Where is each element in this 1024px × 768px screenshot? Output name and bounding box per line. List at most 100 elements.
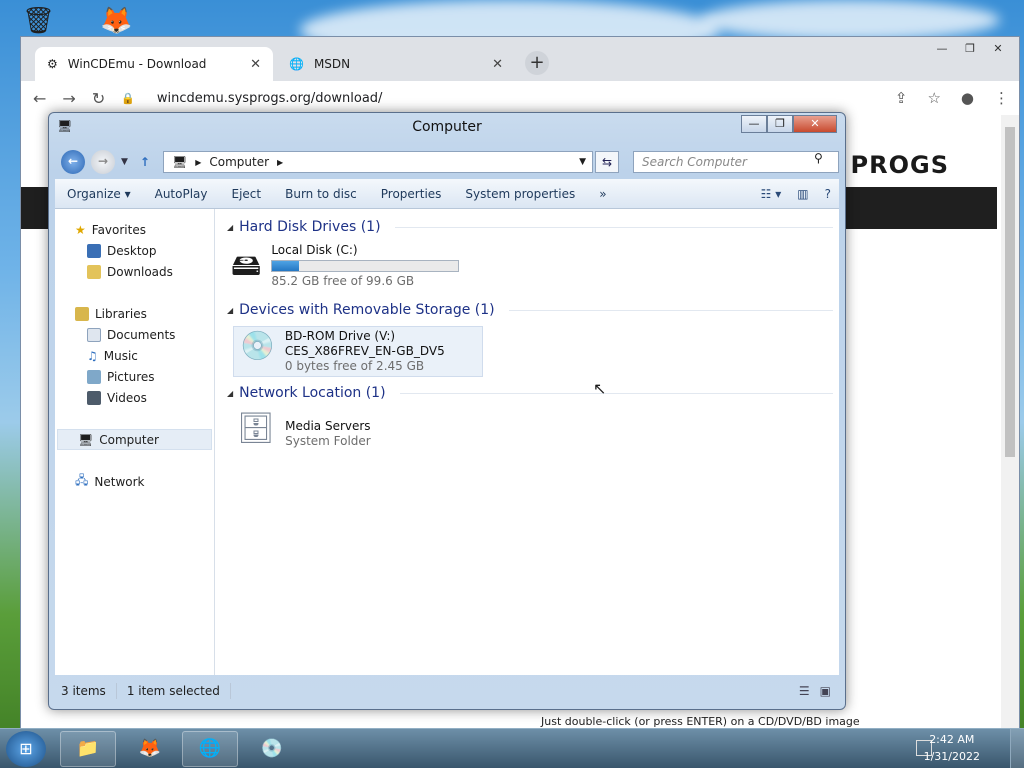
burn-to-disc-button[interactable]: Burn to disc	[273, 187, 369, 201]
page-scrollbar[interactable]	[1001, 115, 1019, 729]
nav-computer[interactable]: 🖥 Computer	[57, 429, 212, 450]
recycle-bin-icon[interactable]: 🗑	[22, 6, 55, 36]
collapse-triangle-icon[interactable]: ◢	[227, 389, 233, 398]
preview-pane-icon[interactable]: ▥	[797, 187, 808, 201]
gear-icon: ⚙	[47, 57, 58, 71]
clock[interactable]: 2:42 AM 1/31/2022	[924, 731, 980, 765]
close-button[interactable]: ✕	[793, 115, 837, 133]
clock-date: 1/31/2022	[923, 750, 980, 763]
properties-button[interactable]: Properties	[369, 187, 454, 201]
collapse-triangle-icon[interactable]: ◢	[227, 223, 233, 232]
up-arrow-icon[interactable]: ↑	[140, 155, 150, 169]
organize-button[interactable]: Organize ▾	[55, 187, 143, 201]
selection-count: 1 item selected	[126, 684, 220, 698]
browser-window-controls: — ❐ ✕	[929, 41, 1011, 57]
breadcrumb-separator-icon[interactable]: ▶	[277, 158, 283, 167]
nav-desktop[interactable]: Desktop	[55, 240, 214, 261]
nav-pictures[interactable]: Pictures	[55, 366, 214, 387]
minimize-button[interactable]: —	[929, 41, 955, 57]
help-icon[interactable]: ?	[825, 187, 831, 201]
disk-usage-bar	[271, 260, 460, 272]
taskbar-chrome-button[interactable]: 🌐	[182, 731, 238, 767]
recent-pages-chevron-icon[interactable]: ▼	[121, 157, 128, 167]
nav-favorites[interactable]: ★ Favorites	[55, 219, 214, 240]
maximize-button[interactable]: ❐	[767, 115, 793, 133]
collapse-triangle-icon[interactable]: ◢	[227, 306, 233, 315]
search-input[interactable]: Search Computer	[633, 151, 839, 173]
system-properties-button[interactable]: System properties	[453, 187, 587, 201]
close-tab-icon[interactable]: ✕	[250, 57, 261, 72]
details-view-icon[interactable]: ☰	[799, 684, 810, 698]
tab-label: WinCDEmu - Download	[67, 57, 207, 71]
media-server-icon: 🗄	[237, 411, 276, 446]
tab-wincdemu[interactable]: ⚙ WinCDEmu - Download ✕	[35, 47, 273, 81]
tab-strip: ⚙ WinCDEmu - Download ✕ 🌐 MSDN ✕ + — ❐ ✕	[21, 37, 1019, 81]
tab-msdn[interactable]: 🌐 MSDN ✕	[277, 47, 515, 81]
item-type: System Folder	[285, 434, 371, 448]
nav-videos[interactable]: Videos	[55, 387, 214, 408]
group-removable-storage[interactable]: ◢ Devices with Removable Storage (1)	[227, 302, 833, 318]
sysprogs-logo[interactable]: PROGS	[851, 151, 949, 179]
address-bar[interactable]: 🖥 ▶ Computer ▶ ▼	[163, 151, 593, 173]
libraries-icon	[75, 306, 89, 321]
firefox-desktop-icon[interactable]: 🦊	[100, 6, 132, 36]
share-icon[interactable]: ⇪	[895, 89, 908, 107]
explorer-window-controls: — ❐ ✕	[741, 115, 837, 133]
item-name: Media Servers	[285, 419, 371, 433]
bookmark-star-icon[interactable]: ☆	[927, 89, 940, 107]
breadcrumb-separator-icon[interactable]: ▶	[195, 158, 201, 167]
forward-icon[interactable]: →	[62, 89, 75, 108]
hard-drive-icon: 🖴	[231, 248, 262, 283]
navigation-row: ← → ▼ ↑ 🖥 ▶ Computer ▶ ▼ ⇆ Search Comput…	[61, 149, 839, 175]
network-icon: 🖧	[75, 473, 89, 487]
forward-button[interactable]: →	[91, 150, 115, 174]
menu-icon[interactable]: ⋮	[994, 89, 1009, 107]
drive-name: BD-ROM Drive (V:)	[284, 329, 396, 343]
back-button[interactable]: ←	[61, 150, 85, 174]
breadcrumb-computer[interactable]: Computer	[209, 155, 269, 169]
show-desktop-button[interactable]	[1010, 729, 1024, 768]
search-icon[interactable]: ⚲	[814, 151, 823, 165]
address-dropdown-icon[interactable]: ▼	[579, 157, 586, 167]
nav-documents[interactable]: Documents	[55, 324, 214, 345]
nav-network[interactable]: 🖧 Network	[55, 471, 214, 492]
taskbar-firefox-button[interactable]: 🦊	[122, 731, 178, 767]
new-tab-button[interactable]: +	[525, 51, 549, 75]
scroll-thumb[interactable]	[1005, 127, 1015, 457]
downloads-folder-icon	[87, 264, 101, 279]
disk-usage-fill	[272, 261, 300, 271]
autoplay-button[interactable]: AutoPlay	[143, 187, 220, 201]
command-bar: Organize ▾ AutoPlay Eject Burn to disc P…	[55, 179, 839, 209]
minimize-button[interactable]: —	[741, 115, 767, 133]
media-servers-item[interactable]: 🗄 Media Servers System Folder	[237, 411, 371, 449]
taskbar-explorer-button[interactable]: 📁	[60, 731, 116, 767]
close-button[interactable]: ✕	[985, 41, 1011, 57]
start-button[interactable]: ⊞	[6, 731, 46, 767]
item-count: 3 items	[61, 684, 106, 698]
change-view-icon[interactable]: ☷ ▾	[761, 187, 782, 201]
large-icons-view-icon[interactable]: ▣	[820, 684, 831, 698]
clock-time: 2:42 AM	[929, 733, 975, 746]
local-disk-item[interactable]: 🖴 Local Disk (C:) 85.2 GB free of 99.6 G…	[231, 243, 460, 294]
taskbar-wincdemu-button[interactable]: 💿	[244, 731, 300, 767]
refresh-button[interactable]: ⇆	[595, 151, 619, 173]
bd-rom-drive-item[interactable]: 💿 BD-ROM Drive (V:) CES_X86FREV_EN-GB_DV…	[233, 326, 483, 377]
maximize-button[interactable]: ❐	[957, 41, 983, 57]
wallpaper-cloud	[700, 0, 1000, 40]
eject-button[interactable]: Eject	[220, 187, 274, 201]
videos-icon	[87, 390, 101, 405]
nav-music[interactable]: ♫ Music	[55, 345, 214, 366]
navigation-pane: ★ Favorites Desktop Downloads Libraries D…	[55, 209, 215, 675]
window-title: Computer	[412, 119, 482, 135]
close-tab-icon[interactable]: ✕	[492, 57, 503, 72]
reload-icon[interactable]: ↻	[92, 89, 105, 108]
address-bar[interactable]: wincdemu.sysprogs.org/download/	[157, 91, 383, 106]
drive-free-space: 0 bytes free of 2.45 GB	[284, 359, 425, 373]
back-icon[interactable]: ←	[33, 89, 46, 108]
profile-icon[interactable]: ●	[961, 89, 974, 107]
nav-downloads[interactable]: Downloads	[55, 261, 214, 282]
group-hard-disk-drives[interactable]: ◢ Hard Disk Drives (1)	[227, 219, 833, 235]
group-network-location[interactable]: ◢ Network Location (1)	[227, 385, 833, 401]
nav-libraries[interactable]: Libraries	[55, 303, 214, 324]
more-commands-button[interactable]: »	[587, 187, 618, 201]
